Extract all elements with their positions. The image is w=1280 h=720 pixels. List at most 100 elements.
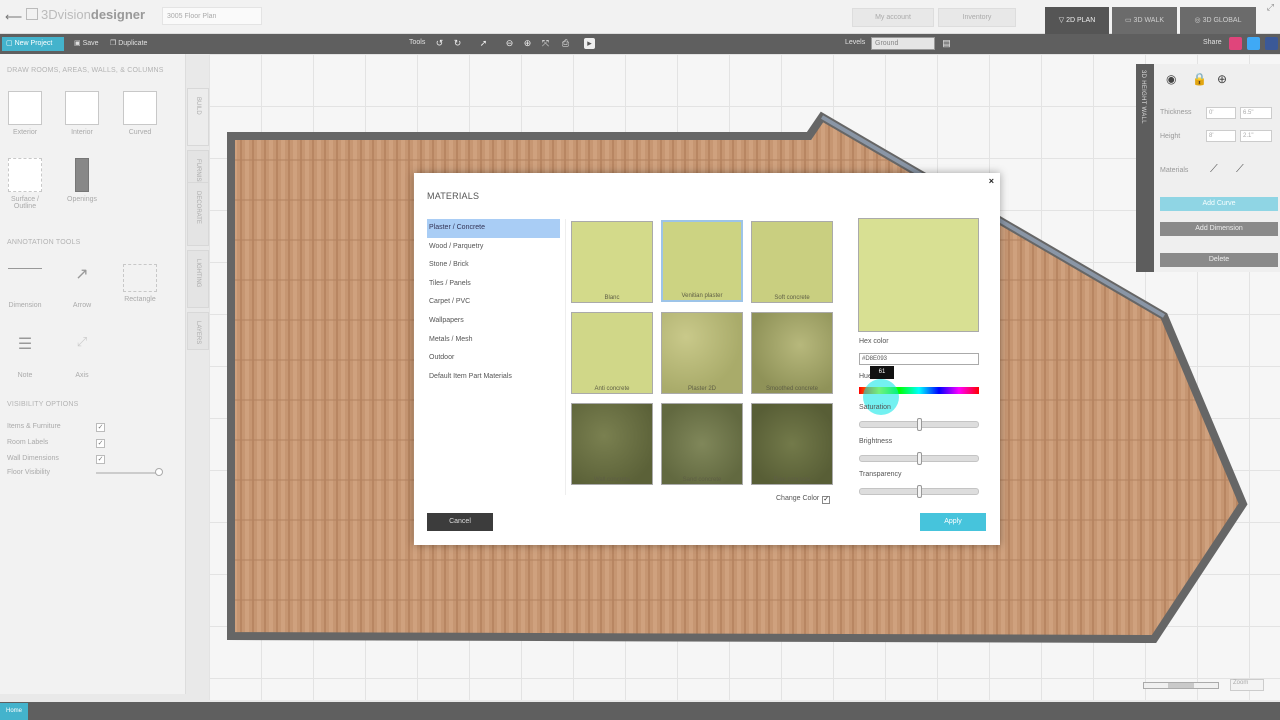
- category-item[interactable]: Stone / Brick: [427, 256, 560, 275]
- facebook-icon[interactable]: [1265, 37, 1278, 50]
- swatch-anti-concrete[interactable]: Anti concrete: [571, 312, 653, 394]
- right-vertical-tab[interactable]: 3D HEIGHT WALL: [1136, 64, 1154, 272]
- vtab-lighting[interactable]: LIGHTING: [187, 250, 209, 308]
- tool-rectangle[interactable]: Rectangle: [115, 264, 165, 303]
- delete-button[interactable]: Delete: [1160, 253, 1278, 267]
- category-item[interactable]: Outdoor: [427, 349, 560, 368]
- tab-2d-plan[interactable]: ▽ 2D PLAN: [1045, 7, 1109, 34]
- floor-visibility-slider[interactable]: [96, 472, 161, 474]
- lock-icon[interactable]: 🔒: [1192, 72, 1207, 86]
- levels-select[interactable]: Ground: [871, 37, 935, 50]
- swatch-plaster-2d[interactable]: Plaster 2D: [661, 312, 743, 394]
- tool-axis[interactable]: ⤢ Axis: [57, 334, 107, 379]
- checkbox-items-furniture[interactable]: ✓: [96, 423, 105, 432]
- video-icon[interactable]: ▸: [584, 38, 595, 49]
- change-color-toggle[interactable]: Change Color ✓: [776, 495, 831, 504]
- my-account-button[interactable]: My account: [852, 8, 934, 27]
- zoom-to-icon[interactable]: ⊕: [1217, 72, 1227, 86]
- saturation-slider[interactable]: [859, 418, 979, 431]
- category-item[interactable]: Carpet / PVC: [427, 293, 560, 312]
- arrow-icon: ↗: [75, 266, 89, 283]
- undo-icon[interactable]: ↺: [434, 38, 445, 49]
- swatch-smoothed-concrete[interactable]: Smoothed concrete: [751, 312, 833, 394]
- fullscreen-icon[interactable]: ⤢: [1267, 2, 1274, 13]
- brightness-slider-thumb[interactable]: [917, 452, 922, 465]
- duplicate-icon: ❐: [110, 40, 117, 47]
- height-feet-input[interactable]: 8': [1206, 130, 1236, 142]
- paint-brush-icon[interactable]: ⟋: [1210, 163, 1218, 176]
- swatch-wall-concrete[interactable]: Wall concrete: [571, 403, 653, 485]
- swatch-sand-concrete[interactable]: Sand concrete: [661, 403, 743, 485]
- category-item[interactable]: Default Item Part Materials: [427, 368, 560, 387]
- redo-icon[interactable]: ↻: [452, 38, 463, 49]
- thickness-inches-input[interactable]: 6.5": [1240, 107, 1272, 119]
- swatch-soft-concrete[interactable]: Soft concrete: [751, 221, 833, 303]
- monitor-icon: ▭: [1124, 17, 1132, 24]
- wall-exterior-icon: [8, 91, 42, 125]
- zoom-out-icon[interactable]: ⊖: [504, 38, 515, 49]
- tab-3d-global[interactable]: ◎ 3D GLOBAL: [1180, 7, 1256, 34]
- save-button[interactable]: ▣ Save: [74, 39, 99, 47]
- close-icon[interactable]: ×: [989, 176, 994, 186]
- add-curve-button[interactable]: Add Curve: [1160, 197, 1278, 211]
- vtab-build[interactable]: BUILD: [187, 88, 209, 146]
- tool-interior[interactable]: Interior: [57, 91, 107, 136]
- checkbox-wall-dimensions[interactable]: ✓: [96, 455, 105, 464]
- tool-dimension[interactable]: Dimension: [0, 264, 50, 309]
- tool-surface-outline[interactable]: Surface / Outline: [0, 158, 50, 210]
- bottom-home-tab[interactable]: Home: [0, 703, 28, 720]
- add-dimension-button[interactable]: Add Dimension: [1160, 222, 1278, 236]
- rectangle-icon: [123, 264, 157, 292]
- levels-label: Levels: [845, 39, 866, 46]
- floor-visibility-thumb[interactable]: [155, 468, 163, 476]
- eye-icon[interactable]: ◉: [1166, 72, 1176, 86]
- category-item[interactable]: Wood / Parquetry: [427, 238, 560, 257]
- visibility-wall-dimensions: Wall Dimensions: [7, 455, 59, 462]
- transparency-slider-thumb[interactable]: [917, 485, 922, 498]
- transparency-label: Transparency: [859, 471, 902, 478]
- new-project-button[interactable]: ▢ New Project: [2, 37, 64, 51]
- tab-3d-walk[interactable]: ▭ 3D WALK: [1112, 7, 1177, 34]
- height-inches-input[interactable]: 2.1": [1240, 130, 1272, 142]
- fit-screen-icon[interactable]: ⤧: [540, 38, 551, 49]
- level-settings-icon[interactable]: ▤: [941, 38, 952, 49]
- saturation-slider-thumb[interactable]: [917, 418, 922, 431]
- back-arrow-icon[interactable]: ⟵: [5, 10, 22, 24]
- apply-button[interactable]: Apply: [920, 513, 986, 531]
- select-cursor-icon[interactable]: ➚: [478, 38, 489, 49]
- left-panel: DRAW ROOMS, AREAS, WALLS, & COLUMNS Exte…: [0, 54, 186, 694]
- zoom-in-icon[interactable]: ⊕: [522, 38, 533, 49]
- paint-roller-icon[interactable]: ⟋: [1236, 163, 1244, 176]
- cancel-button[interactable]: Cancel: [427, 513, 493, 531]
- tool-arrow[interactable]: ↗ Arrow: [57, 264, 107, 309]
- brightness-slider[interactable]: [859, 452, 979, 465]
- change-color-checkbox[interactable]: ✓: [822, 496, 831, 504]
- tool-exterior[interactable]: Exterior: [0, 91, 50, 136]
- category-item[interactable]: Tiles / Panels: [427, 275, 560, 294]
- category-item[interactable]: Metals / Mesh: [427, 331, 560, 350]
- project-name-input[interactable]: 3005 Floor Plan: [162, 7, 262, 25]
- vtab-layers[interactable]: LAYERS: [187, 312, 209, 350]
- inventory-button[interactable]: Inventory: [938, 8, 1016, 27]
- duplicate-button[interactable]: ❐ Duplicate: [110, 39, 147, 47]
- hex-color-input[interactable]: #D8E093: [859, 353, 979, 365]
- print-icon[interactable]: ⎙: [560, 38, 571, 49]
- checkbox-room-labels[interactable]: ✓: [96, 439, 105, 448]
- zoom-select[interactable]: Zoom: [1230, 679, 1264, 691]
- instagram-icon[interactable]: [1229, 37, 1242, 50]
- tool-curved[interactable]: Curved: [115, 91, 165, 136]
- zoom-slider-thumb[interactable]: [1168, 683, 1194, 688]
- category-item[interactable]: Plaster / Concrete: [427, 219, 560, 238]
- tool-note[interactable]: ☰ Note: [0, 334, 50, 379]
- thickness-feet-input[interactable]: 0': [1206, 107, 1236, 119]
- twitter-icon[interactable]: [1247, 37, 1260, 50]
- swatch-venitian-plaster[interactable]: Venitian plaster: [661, 220, 743, 302]
- category-item[interactable]: Wallpapers: [427, 312, 560, 331]
- swatch-raw-concrete[interactable]: Raw concrete: [751, 403, 833, 485]
- vtab-decorate[interactable]: DECORATE: [187, 182, 209, 246]
- swatch-blanc[interactable]: Blanc: [571, 221, 653, 303]
- zoom-slider[interactable]: [1143, 682, 1219, 689]
- transparency-slider[interactable]: [859, 485, 979, 498]
- tool-openings[interactable]: Openings: [57, 158, 107, 203]
- dialog-title: MATERIALS: [427, 191, 480, 201]
